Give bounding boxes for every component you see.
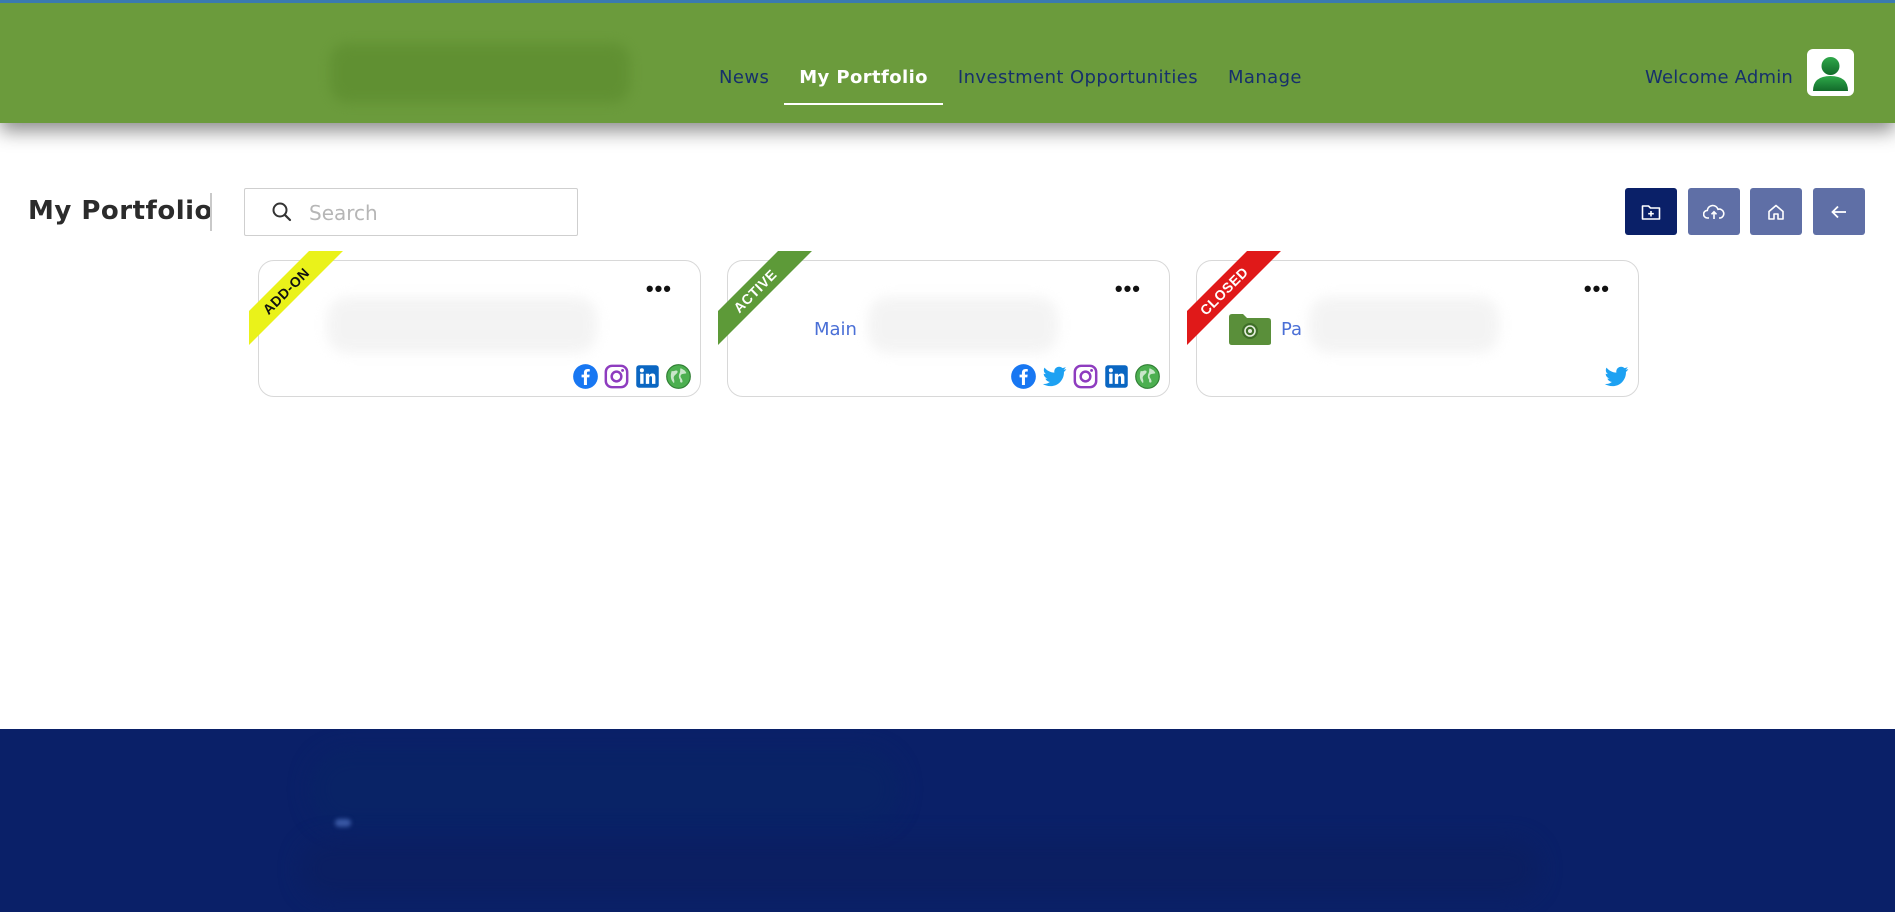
portfolio-card[interactable]: ACTIVE ••• Main — [718, 251, 1170, 397]
ribbon: ACTIVE — [718, 251, 818, 351]
logo[interactable] — [330, 43, 630, 103]
twitter-icon[interactable] — [1603, 363, 1630, 390]
globe-icon[interactable] — [665, 363, 692, 390]
page-title: My Portfolio — [28, 196, 213, 226]
nav-item-my-portfolio[interactable]: My Portfolio — [784, 53, 943, 105]
nav-item-news[interactable]: News — [704, 53, 784, 105]
home-button[interactable] — [1750, 188, 1802, 235]
social-links — [1603, 363, 1630, 390]
more-options-button[interactable]: ••• — [646, 278, 672, 300]
footer-decoration — [335, 819, 351, 827]
instagram-icon[interactable] — [603, 363, 630, 390]
arrow-left-icon — [1831, 205, 1846, 218]
globe-icon[interactable] — [1134, 363, 1161, 390]
twitter-icon[interactable] — [1041, 363, 1068, 390]
footer-content — [300, 839, 1540, 899]
card-title[interactable]: Pa — [1281, 319, 1302, 340]
cloud-upload-button[interactable] — [1688, 188, 1740, 235]
facebook-icon[interactable] — [1010, 363, 1037, 390]
card-logo — [868, 297, 1058, 353]
search-box — [244, 188, 578, 236]
instagram-icon[interactable] — [1072, 363, 1099, 390]
main-nav: News My Portfolio Investment Opportuniti… — [704, 53, 1317, 105]
search-icon — [272, 202, 292, 222]
social-links — [1010, 363, 1161, 390]
card-logo — [327, 297, 597, 353]
portfolio-card[interactable]: ADD-ON ••• — [249, 251, 701, 397]
cloud-upload-icon — [1703, 204, 1725, 219]
footer-logo — [310, 749, 900, 829]
user-avatar-button[interactable] — [1807, 49, 1854, 96]
folder-icon — [1229, 314, 1271, 345]
nav-item-manage[interactable]: Manage — [1213, 53, 1317, 105]
footer — [0, 729, 1895, 912]
more-options-button[interactable]: ••• — [1115, 278, 1141, 300]
facebook-icon[interactable] — [572, 363, 599, 390]
linkedin-icon[interactable] — [1103, 363, 1130, 390]
add-folder-icon — [1641, 204, 1661, 220]
search-input[interactable] — [309, 199, 559, 227]
add-folder-button[interactable] — [1625, 188, 1677, 235]
welcome-text: Welcome Admin — [1645, 67, 1794, 88]
user-icon — [1813, 57, 1848, 91]
back-button[interactable] — [1813, 188, 1865, 235]
top-navbar: News My Portfolio Investment Opportuniti… — [0, 0, 1895, 123]
home-icon — [1768, 204, 1784, 220]
more-options-button[interactable]: ••• — [1584, 278, 1610, 300]
linkedin-icon[interactable] — [634, 363, 661, 390]
status-badge: ACTIVE — [718, 251, 817, 351]
portfolio-card[interactable]: CLOSED ••• Pa — [1187, 251, 1639, 397]
card-title[interactable]: Main — [814, 319, 857, 340]
title-divider — [210, 193, 212, 231]
social-links — [572, 363, 692, 390]
card-logo — [1309, 297, 1499, 353]
nav-item-investment-opportunities[interactable]: Investment Opportunities — [943, 53, 1213, 105]
